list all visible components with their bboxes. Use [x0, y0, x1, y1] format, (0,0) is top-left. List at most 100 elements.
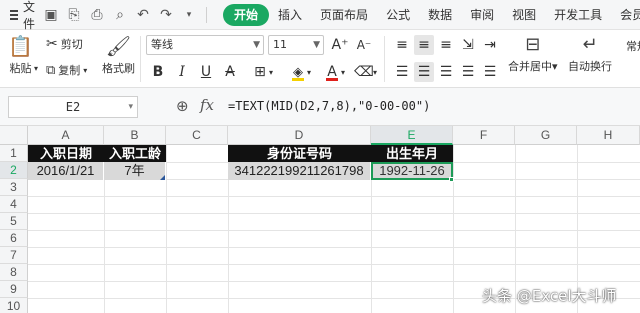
column-header-f[interactable]: F — [453, 126, 515, 145]
undo-icon[interactable]: ↶ — [133, 5, 153, 25]
row-header-3[interactable]: 3 — [0, 179, 28, 196]
print-icon[interactable]: ⎙ — [87, 5, 107, 25]
column-header-a[interactable]: A — [28, 126, 104, 145]
font-size-select[interactable]: 11 ▼ — [268, 35, 324, 55]
font-color-dropdown-icon[interactable]: ▾ — [338, 62, 348, 82]
clipboard-icon: 📋 — [8, 34, 33, 58]
spreadsheet-grid[interactable]: A B C D E F G H 1 2 3 4 5 6 7 8 9 10 入职日… — [0, 126, 640, 313]
column-header-e[interactable]: E — [371, 126, 453, 145]
indent-icon[interactable]: ⇥ — [480, 35, 500, 55]
row-header-8[interactable]: 8 — [0, 264, 28, 281]
justify-icon[interactable]: ☰ — [458, 62, 478, 82]
cell-d2[interactable]: 341222199211261798 — [228, 162, 371, 180]
borders-dropdown-icon[interactable]: ▾ — [266, 62, 276, 82]
wrap-text-button[interactable]: ↵ 自动换行 — [568, 34, 612, 74]
column-header-d[interactable]: D — [228, 126, 371, 145]
formula-input[interactable]: =TEXT(MID(D2,7,8),"0-00-00") — [228, 99, 430, 113]
align-left-icon[interactable]: ☰ — [392, 62, 412, 82]
customize-dropdown-icon[interactable]: ▾ — [179, 5, 199, 25]
merge-cells-icon: ⊟ — [525, 34, 541, 55]
cell-e2-active[interactable]: 1992-11-26 — [371, 162, 453, 180]
tab-insert[interactable]: 插入 — [269, 4, 311, 26]
paste-button[interactable]: 📋 粘贴 — [8, 34, 33, 76]
gridline — [28, 213, 640, 214]
row-header-9[interactable]: 9 — [0, 281, 28, 298]
tab-view[interactable]: 视图 — [503, 4, 545, 26]
cell-a2[interactable]: 2016/1/21 — [28, 162, 104, 180]
cell-e1[interactable]: 出生年月 — [371, 145, 453, 163]
bold-button[interactable]: B — [148, 62, 168, 82]
column-header-g[interactable]: G — [515, 126, 577, 145]
paintbrush-icon: 🖌 — [105, 34, 132, 58]
ribbon-tabs: 开始 插入 页面布局 公式 数据 审阅 视图 开发工具 会员专享 — [223, 3, 640, 26]
row-header-5[interactable]: 5 — [0, 213, 28, 230]
gridline — [28, 230, 640, 231]
column-header-c[interactable]: C — [166, 126, 228, 145]
paste-dropdown-icon[interactable]: ▾ — [34, 64, 38, 73]
shrink-font-button[interactable]: A⁻ — [354, 35, 374, 55]
row-header-4[interactable]: 4 — [0, 196, 28, 213]
fill-handle[interactable] — [449, 177, 454, 182]
align-bottom-icon[interactable]: ≡ — [436, 35, 456, 55]
export-pdf-icon[interactable]: ⎘ — [64, 5, 84, 25]
wrap-text-icon: ↵ — [582, 34, 598, 55]
wrap-text-label: 自动换行 — [568, 60, 612, 73]
row-header-1[interactable]: 1 — [0, 145, 28, 162]
tab-review[interactable]: 审阅 — [461, 4, 503, 26]
scissors-icon: ✂ — [46, 36, 58, 52]
tab-home[interactable]: 开始 — [223, 3, 270, 26]
gridline — [453, 145, 454, 313]
row-header-7[interactable]: 7 — [0, 247, 28, 264]
grow-font-button[interactable]: A⁺ — [330, 35, 350, 55]
select-all-corner[interactable] — [0, 126, 28, 145]
cell-b1[interactable]: 入职工龄 — [104, 145, 166, 163]
align-middle-icon[interactable]: ≡ — [414, 35, 434, 55]
fill-dropdown-icon[interactable]: ▾ — [304, 62, 314, 82]
row-header-10[interactable]: 10 — [0, 298, 28, 313]
cell-a1[interactable]: 入职日期 — [28, 145, 104, 163]
watermark: 头条 @Excel大斗师 — [482, 287, 617, 305]
merge-center-label: 合并居中▾ — [508, 60, 558, 73]
gridline — [28, 247, 640, 248]
tab-formulas[interactable]: 公式 — [377, 4, 419, 26]
align-right-icon[interactable]: ☰ — [436, 62, 456, 82]
name-box[interactable]: E2 ▾ — [8, 96, 138, 118]
number-format-label[interactable]: 常规 — [626, 38, 640, 54]
menu-bar: 文件 ▣ ⎘ ⎙ ⌕ ↶ ↷ ▾ 开始 插入 页面布局 公式 数据 审阅 视图 … — [0, 0, 640, 32]
distributed-icon[interactable]: ☰ — [480, 62, 500, 82]
cut-button[interactable]: ✂ 剪切 — [46, 36, 83, 52]
orientation-icon[interactable]: ⇲ — [458, 35, 478, 55]
print-preview-icon[interactable]: ⌕ — [110, 5, 130, 25]
cell-d1[interactable]: 身份证号码 — [228, 145, 371, 163]
align-top-icon[interactable]: ≡ — [392, 35, 412, 55]
column-header-b[interactable]: B — [104, 126, 166, 145]
merge-center-button[interactable]: ⊟ 合并居中▾ — [508, 34, 558, 74]
strikethrough-icon[interactable]: A — [220, 62, 240, 82]
eraser-dropdown-icon[interactable]: ▾ — [370, 62, 380, 82]
gridline — [28, 281, 640, 282]
hamburger-icon — [10, 9, 18, 20]
tab-developer[interactable]: 开发工具 — [545, 4, 611, 26]
cell-b2[interactable]: 7年 — [104, 162, 166, 180]
tab-data[interactable]: 数据 — [419, 4, 461, 26]
copy-button[interactable]: ⧉ 复制 ▾ — [46, 62, 87, 78]
toolbar-separator — [206, 6, 208, 23]
save-icon[interactable]: ▣ — [41, 5, 61, 25]
italic-button[interactable]: I — [172, 62, 192, 82]
row-header-2[interactable]: 2 — [0, 162, 28, 179]
file-menu[interactable]: 文件 — [0, 0, 39, 32]
font-name-select[interactable]: 等线 ▼ — [146, 35, 264, 55]
zoom-search-icon[interactable]: ⊕ — [176, 97, 189, 115]
tab-member[interactable]: 会员专享 — [611, 4, 640, 26]
gridline — [166, 145, 167, 313]
column-header-h[interactable]: H — [577, 126, 640, 145]
insert-function-button[interactable]: fx — [200, 96, 214, 114]
align-center-icon[interactable]: ☰ — [414, 62, 434, 82]
quick-access-toolbar: ▣ ⎘ ⎙ ⌕ ↶ ↷ ▾ — [41, 5, 211, 25]
format-painter-button[interactable]: 🖌 格式刷 — [102, 34, 135, 76]
gridline — [28, 264, 640, 265]
tab-page-layout[interactable]: 页面布局 — [311, 4, 377, 26]
underline-button[interactable]: U — [196, 62, 216, 82]
redo-icon[interactable]: ↷ — [156, 5, 176, 25]
row-header-6[interactable]: 6 — [0, 230, 28, 247]
